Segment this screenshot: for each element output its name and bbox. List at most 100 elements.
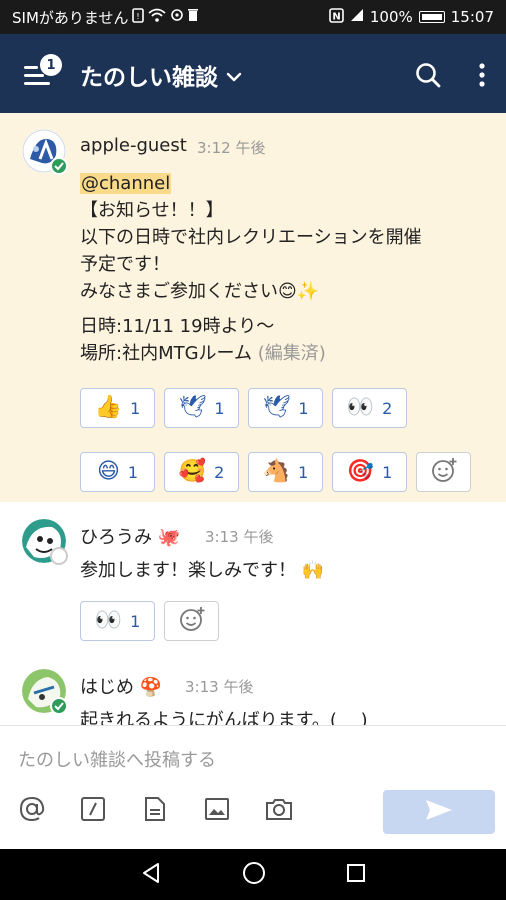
message-line: みなさまご参加ください😊✨	[80, 281, 320, 302]
grin-icon: 😄	[96, 459, 120, 484]
reaction-eyes[interactable]: 👀 1	[80, 601, 155, 641]
sim-icon: !	[132, 7, 145, 27]
reaction-count: 2	[382, 398, 393, 418]
reaction-eyes[interactable]: 👀 2	[332, 388, 407, 428]
send-button[interactable]	[383, 790, 495, 834]
channel-title-button[interactable]: たのしい雑談	[80, 58, 242, 92]
recents-icon	[347, 863, 365, 882]
camera-icon	[265, 797, 293, 827]
avatar[interactable]	[22, 129, 68, 175]
image-icon	[204, 797, 230, 827]
slash-command-button[interactable]	[78, 797, 108, 827]
reaction-count: 2	[214, 462, 225, 482]
author-name: はじめ	[80, 677, 134, 698]
reaction-count: 1	[214, 398, 225, 418]
channel-title: たのしい雑談	[80, 65, 218, 91]
message-author[interactable]: はじめ 🍄	[80, 673, 162, 699]
carrier-text: SIMがありません	[12, 8, 129, 27]
add-reaction-button[interactable]	[164, 601, 219, 641]
eyes-icon: 👀	[94, 608, 123, 633]
eyes-icon: 👀	[346, 395, 375, 420]
message-line: 以下の日時で社内レクリエーションを開催	[80, 227, 422, 248]
reaction-hearts[interactable]: 🥰 2	[164, 452, 239, 492]
online-status-icon	[50, 697, 68, 715]
custom-emoji-icon: 🐴	[262, 459, 291, 484]
unread-badge: 1	[40, 54, 62, 76]
mention[interactable]: @channel	[80, 173, 172, 194]
smiling-hearts-icon: 🥰	[178, 459, 207, 484]
battery-icon	[418, 11, 445, 23]
add-reaction-button[interactable]	[416, 452, 471, 492]
back-icon	[143, 862, 159, 883]
reaction-custom-2[interactable]: 🎯 1	[332, 452, 407, 492]
mention-button[interactable]	[17, 795, 47, 829]
bird-icon: 🕊	[262, 395, 291, 420]
reaction-custom[interactable]: 🐴 1	[248, 452, 323, 492]
reaction-grin[interactable]: 😄 1	[80, 452, 155, 492]
search-icon	[414, 63, 442, 93]
more-button[interactable]	[470, 61, 494, 89]
message-author[interactable]: apple-guest	[80, 135, 187, 156]
slash-icon	[80, 796, 106, 828]
send-icon	[424, 798, 454, 826]
clock-text: 15:07	[450, 8, 494, 26]
reaction-count: 1	[298, 462, 309, 482]
attach-file-button[interactable]	[140, 797, 170, 827]
custom-emoji-icon: 🎯	[346, 459, 375, 484]
trash-icon	[188, 8, 199, 26]
file-icon	[144, 796, 166, 828]
home-button[interactable]	[242, 861, 266, 889]
system-nav-bar	[0, 849, 506, 900]
recents-button[interactable]	[346, 863, 366, 887]
app-bar: 1 たのしい雑談	[0, 34, 506, 113]
message-author[interactable]: ひろうみ 🐙	[80, 523, 180, 549]
camera-button[interactable]	[264, 797, 294, 827]
svg-text:!: !	[137, 12, 140, 21]
back-button[interactable]	[140, 862, 162, 888]
chevron-down-icon	[226, 62, 242, 88]
at-icon	[18, 795, 46, 829]
reaction-bird-2[interactable]: 🕊 1	[248, 388, 323, 428]
reaction-count: 1	[130, 611, 141, 631]
message-list[interactable]: apple-guest 3:12 午後 @channel 【お知らせ！！】 以下…	[0, 113, 506, 725]
nfc-icon: N	[329, 7, 344, 27]
avatar[interactable]	[22, 669, 68, 715]
author-name: ひろうみ	[80, 527, 152, 548]
message-body: @channel 【お知らせ！！】 以下の日時で社内レクリエーションを開催 予定…	[80, 170, 490, 367]
thumbs-up-icon: 👍	[94, 395, 123, 420]
reaction-thumbs-up[interactable]: 👍 1	[80, 388, 155, 428]
search-button[interactable]	[414, 61, 442, 89]
sync-icon	[170, 8, 184, 26]
message-body: 起きれるようにがんばります。(_ _)	[80, 710, 368, 725]
status-bar: SIMがありません ! N 100% 15:07	[0, 0, 506, 34]
message-time: 3:13 午後	[205, 528, 274, 546]
battery-text: 100%	[369, 8, 413, 26]
reaction-count: 1	[382, 462, 393, 482]
bird-icon: 🕊	[178, 395, 207, 420]
message-line: 日時:11/11 19時より～	[80, 316, 275, 337]
avatar[interactable]	[22, 519, 68, 565]
offline-status-icon	[50, 547, 68, 565]
edited-label: (編集済)	[257, 343, 326, 364]
add-reaction-icon	[178, 605, 206, 637]
message-line: 予定です！	[80, 254, 170, 275]
attach-image-button[interactable]	[202, 797, 232, 827]
signal-icon	[350, 8, 364, 26]
reaction-count: 1	[298, 398, 309, 418]
add-reaction-icon	[430, 456, 458, 488]
svg-text:N: N	[332, 11, 340, 22]
message-input[interactable]: たのしい雑談へ投稿する	[18, 746, 216, 772]
octopus-icon: 🐙	[157, 527, 181, 548]
composer: たのしい雑談へ投稿する	[0, 725, 506, 849]
message-line: 場所:社内MTGルーム	[80, 343, 252, 364]
message-time: 3:13 午後	[185, 678, 254, 696]
mushroom-icon: 🍄	[139, 677, 163, 698]
home-icon	[243, 861, 265, 884]
reaction-count: 1	[130, 398, 141, 418]
wifi-icon	[148, 8, 167, 26]
reaction-bird[interactable]: 🕊 1	[164, 388, 239, 428]
message-line: 【お知らせ！！】	[80, 200, 224, 221]
message-body: 参加します！楽しみです！ 🙌	[80, 560, 325, 581]
menu-button[interactable]: 1	[24, 54, 64, 92]
more-vert-icon	[470, 63, 494, 93]
